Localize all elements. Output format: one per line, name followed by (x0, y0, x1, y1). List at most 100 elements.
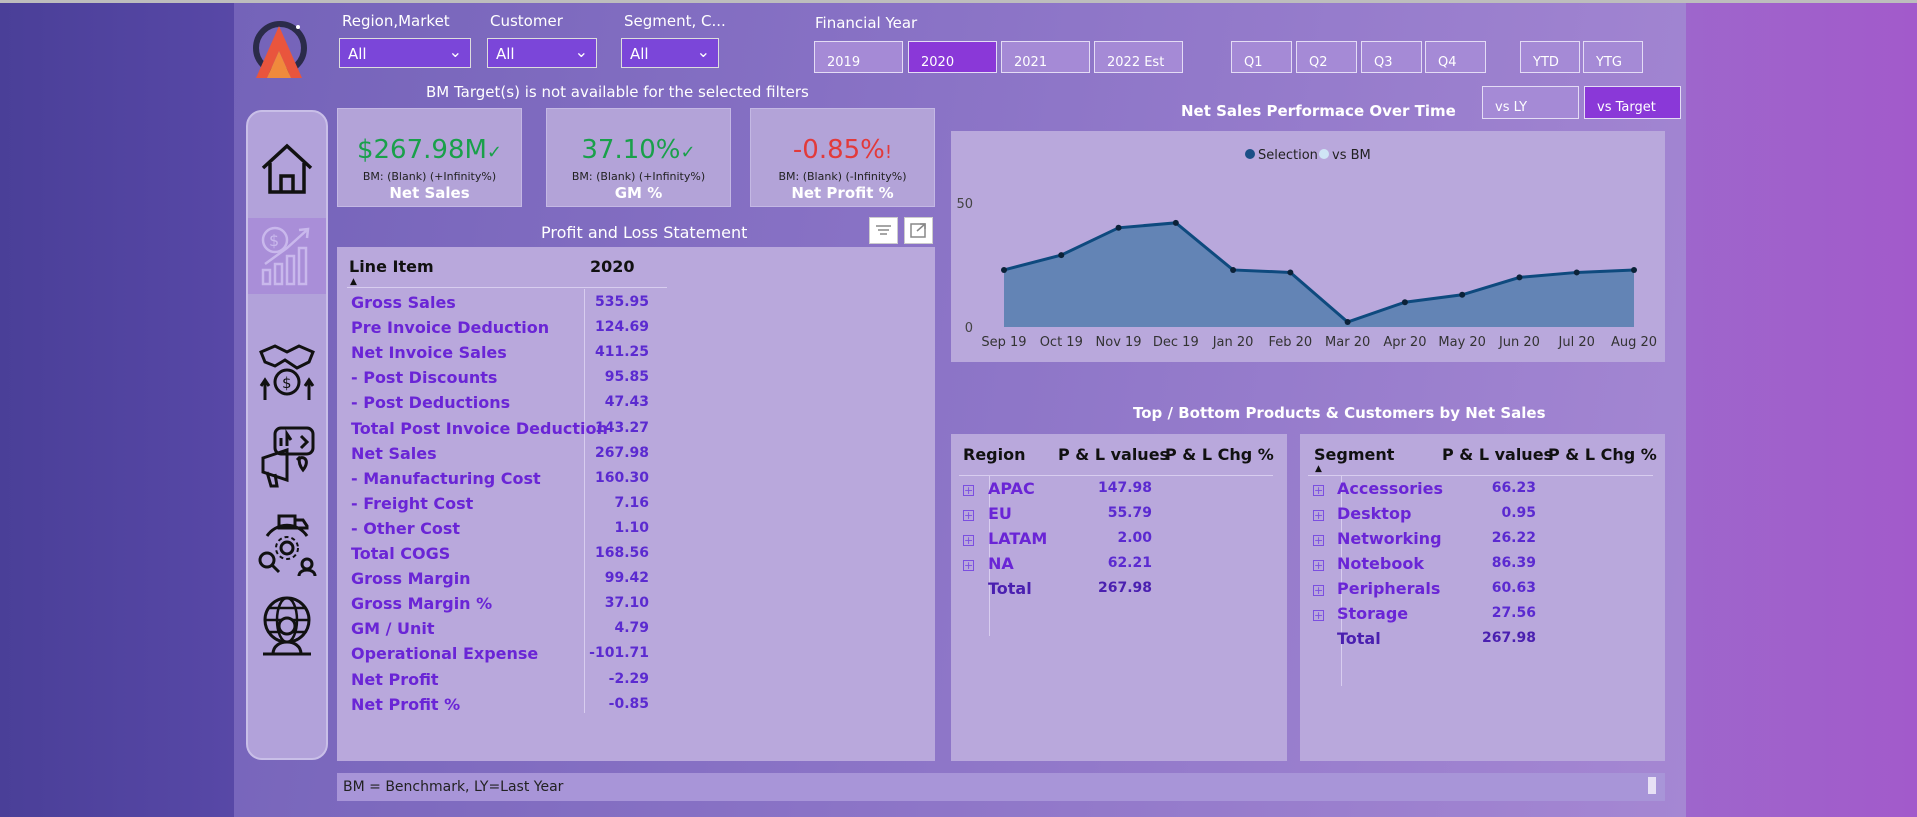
table-row[interactable]: - Manufacturing Cost 160.30 (337, 467, 667, 492)
list-item[interactable]: Desktop (1337, 504, 1411, 523)
year-button-2020[interactable]: 2020 (908, 41, 997, 73)
table-row[interactable]: Gross Sales 535.95 (337, 291, 667, 316)
expand-icon[interactable]: + (963, 485, 974, 496)
x-tick-label: Feb 20 (1269, 335, 1313, 350)
vs-ly-button[interactable]: vs LY (1482, 86, 1579, 119)
year-button-2019[interactable]: 2019 (814, 41, 903, 73)
pl-value: -2.29 (608, 670, 649, 687)
segment-header-segment[interactable]: Segment (1314, 445, 1394, 464)
region-header-pl-chg[interactable]: P & L Chg % (1165, 445, 1274, 464)
list-item[interactable]: Networking (1337, 529, 1442, 548)
ytg-button[interactable]: YTG (1583, 41, 1643, 73)
nav-deals[interactable]: $ (248, 332, 326, 408)
data-point[interactable] (1344, 319, 1351, 326)
table-row[interactable]: Net Invoice Sales 411.25 (337, 341, 667, 366)
vs-target-button[interactable]: vs Target (1584, 86, 1681, 119)
data-point[interactable] (1401, 299, 1408, 306)
table-row[interactable]: Net Profit -2.29 (337, 668, 667, 693)
data-point[interactable] (1287, 269, 1294, 276)
legend-label-vs-bm[interactable]: vs BM (1332, 148, 1371, 163)
table-row[interactable]: - Post Deductions 47.43 (337, 391, 667, 416)
side-navigation: $ $ (246, 110, 328, 760)
pl-value: 26.22 (1491, 530, 1536, 546)
table-row[interactable]: - Other Cost 1.10 (337, 517, 667, 542)
region-market-dropdown[interactable]: All ⌄ (339, 38, 471, 68)
expand-icon[interactable]: + (963, 560, 974, 571)
filter-icon[interactable] (869, 217, 898, 244)
segment-header-divider (1308, 475, 1653, 476)
data-point[interactable] (1631, 266, 1637, 273)
table-row[interactable]: Net Profit % -0.85 (337, 693, 667, 718)
list-item[interactable]: EU (988, 504, 1012, 523)
nav-executive[interactable] (248, 588, 326, 664)
list-item[interactable]: Storage (1337, 604, 1408, 623)
list-item[interactable]: Accessories (1337, 479, 1443, 498)
list-item[interactable]: APAC (988, 479, 1035, 498)
pl-header-year[interactable]: 2020 (590, 257, 635, 276)
expand-icon[interactable]: + (1313, 485, 1324, 496)
list-item[interactable]: LATAM (988, 529, 1047, 548)
pl-header-line-item[interactable]: Line Item (349, 257, 434, 276)
list-item[interactable]: Notebook (1337, 554, 1424, 573)
list-item[interactable]: NA (988, 554, 1014, 573)
quarter-button-q2[interactable]: Q2 (1296, 41, 1357, 73)
nav-home[interactable] (248, 132, 326, 208)
table-row[interactable]: Operational Expense -101.71 (337, 642, 667, 667)
table-row[interactable]: Total Post Invoice Deduction 143.27 (337, 417, 667, 442)
table-row[interactable]: Total COGS 168.56 (337, 542, 667, 567)
data-point[interactable] (1230, 266, 1237, 273)
pl-line-item: Net Profit (351, 669, 439, 689)
data-point[interactable] (1459, 291, 1466, 298)
nav-supply-chain[interactable] (248, 508, 326, 584)
pl-line-item: Gross Sales (351, 293, 456, 312)
table-row[interactable]: Pre Invoice Deduction 124.69 (337, 316, 667, 341)
pl-value: 62.21 (1107, 555, 1152, 571)
expand-icon[interactable]: + (963, 535, 974, 546)
quarter-button-q1[interactable]: Q1 (1231, 41, 1292, 73)
total-value: 267.98 (1097, 580, 1152, 596)
total-label: Total (988, 579, 1032, 598)
expand-icon[interactable]: + (1313, 510, 1324, 521)
segment-header-pl-values[interactable]: P & L values (1442, 445, 1553, 464)
data-point[interactable] (1115, 224, 1122, 231)
list-item[interactable]: Peripherals (1337, 579, 1440, 598)
ytd-button[interactable]: YTD (1520, 41, 1580, 73)
region-market-label: Region,Market (342, 12, 450, 30)
table-row[interactable]: - Freight Cost 7.16 (337, 492, 667, 517)
nav-finance[interactable]: $ (248, 218, 326, 294)
data-point[interactable] (1172, 219, 1179, 226)
data-point[interactable] (1516, 274, 1523, 281)
table-row[interactable]: Gross Margin 99.42 (337, 567, 667, 592)
y-tick-label: 50 (956, 197, 973, 212)
expand-icon[interactable]: + (1313, 610, 1324, 621)
financial-year-label: Financial Year (815, 14, 918, 32)
table-row[interactable]: Net Sales 267.98 (337, 442, 667, 467)
quarter-button-q4[interactable]: Q4 (1425, 41, 1486, 73)
segment-dropdown[interactable]: All ⌄ (621, 38, 719, 68)
expand-icon[interactable]: + (1313, 585, 1324, 596)
nav-marketing[interactable] (248, 418, 326, 494)
year-button-2021[interactable]: 2021 (1001, 41, 1090, 73)
expand-icon[interactable]: + (1313, 560, 1324, 571)
customer-dropdown[interactable]: All ⌄ (487, 38, 597, 68)
table-row[interactable]: Gross Margin % 37.10 (337, 592, 667, 617)
year-button-2022-est[interactable]: 2022 Est (1094, 41, 1183, 73)
expand-icon[interactable]: + (963, 510, 974, 521)
pl-header-divider (347, 287, 667, 288)
chart-title: Net Sales Performace Over Time (1181, 102, 1456, 120)
data-point[interactable] (1573, 269, 1580, 276)
table-row[interactable]: - Post Discounts 95.85 (337, 366, 667, 391)
x-tick-label: Mar 20 (1325, 335, 1370, 350)
data-point[interactable] (1001, 266, 1007, 273)
quarter-button-q3[interactable]: Q3 (1361, 41, 1422, 73)
region-header-pl-values[interactable]: P & L values (1058, 445, 1169, 464)
region-header-region[interactable]: Region (963, 445, 1026, 464)
segment-header-pl-chg[interactable]: P & L Chg % (1548, 445, 1657, 464)
footer-scrollbar[interactable] (1648, 777, 1656, 794)
data-point[interactable] (1058, 252, 1065, 259)
legend-label-selection[interactable]: Selection (1258, 148, 1318, 163)
x-tick-label: Jul 20 (1558, 335, 1595, 350)
table-row[interactable]: GM / Unit 4.79 (337, 617, 667, 642)
focus-mode-icon[interactable] (904, 217, 933, 244)
expand-icon[interactable]: + (1313, 535, 1324, 546)
